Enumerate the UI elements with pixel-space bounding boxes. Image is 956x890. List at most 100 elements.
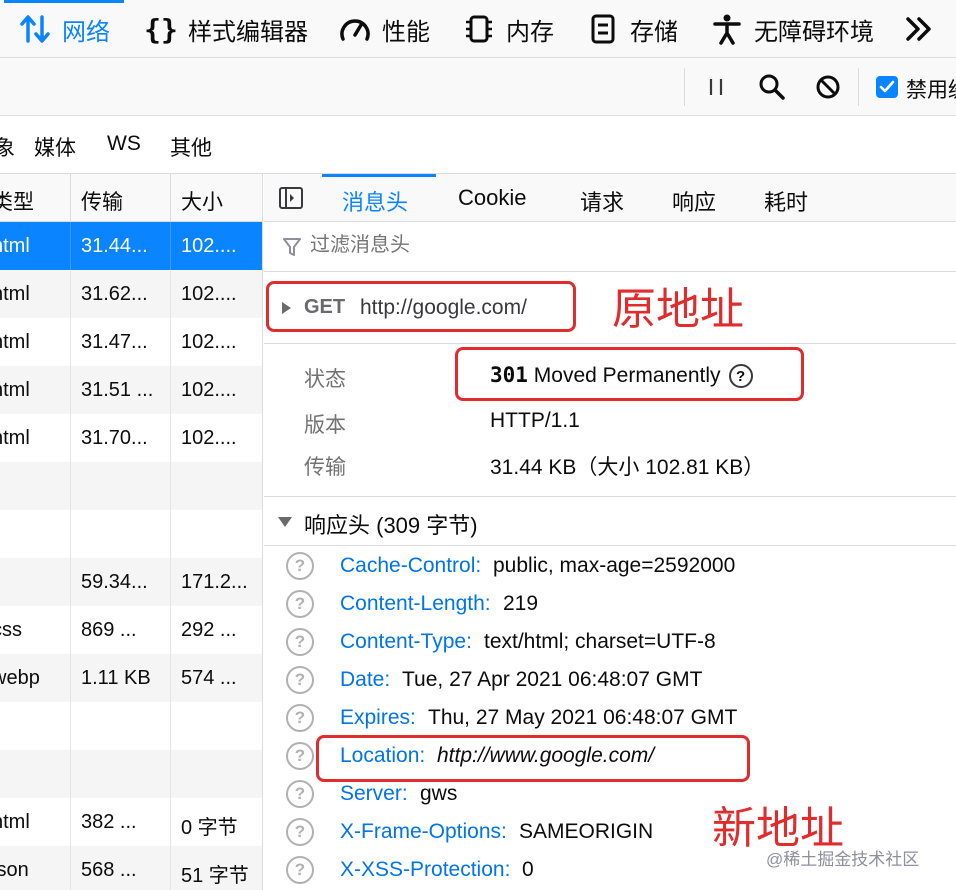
separator (858, 68, 859, 106)
header-help-icon[interactable]: ? (286, 704, 314, 732)
header-value: 0 (522, 858, 534, 881)
cell-divider (70, 702, 71, 750)
cell-divider (70, 798, 71, 846)
cell-divider (170, 558, 171, 606)
cell-divider (170, 510, 171, 558)
tab-accessibility-label: 无障碍环境 (754, 18, 874, 46)
table-row[interactable]: webp 1.11 KB 574 ... (0, 654, 262, 702)
request-list-header: 类型 传输 大小 (0, 174, 262, 222)
tab-accessibility[interactable]: 无障碍环境 (710, 0, 874, 58)
accessibility-person-icon (710, 12, 744, 46)
response-headers-title: 响应头 (309 字节) (304, 513, 478, 538)
table-row[interactable]: html 31.70... 102.... (0, 414, 262, 462)
type-filter-images[interactable]: 象 (0, 132, 15, 162)
column-size[interactable]: 大小 (181, 186, 223, 216)
status-label: 状态 (304, 368, 346, 391)
header-row[interactable]: ? Content-Length: 219 (264, 588, 956, 626)
tab-network[interactable]: 网络 (4, 0, 124, 58)
version-value: HTTP/1.1 (490, 409, 580, 432)
cell-type: html (0, 235, 30, 257)
header-name: X-XSS-Protection: (340, 858, 511, 881)
tab-style-editor[interactable]: {} 样式编辑器 (144, 0, 308, 58)
cell-type: css (0, 619, 22, 641)
table-row[interactable] (0, 702, 262, 750)
tab-storage[interactable]: 存储 (586, 0, 678, 58)
cell-divider (70, 558, 71, 606)
cell-divider (170, 702, 171, 750)
tab-cookie[interactable]: Cookie (458, 185, 526, 211)
cell-divider (70, 606, 71, 654)
table-row[interactable]: css 869 ... 292 ... (0, 606, 262, 654)
active-tab-indicator (322, 174, 436, 177)
table-row[interactable] (0, 750, 262, 798)
header-help-icon[interactable]: ? (286, 818, 314, 846)
column-type[interactable]: 类型 (0, 186, 34, 216)
type-filter-media[interactable]: 媒体 (34, 132, 76, 162)
cell-divider (70, 318, 71, 366)
table-row[interactable]: html 31.47... 102.... (0, 318, 262, 366)
header-row[interactable]: ? Cache-Control: public, max-age=2592000 (264, 550, 956, 588)
table-row[interactable]: html 31.51 ... 102.... (0, 366, 262, 414)
cell-transferred: 31.70... (81, 427, 148, 449)
header-value: text/html; charset=UTF-8 (484, 630, 716, 653)
toolbar-overflow-button[interactable] (902, 0, 946, 58)
response-headers-section[interactable]: 响应头 (309 字节) (264, 496, 956, 546)
table-row[interactable]: html 31.62... 102.... (0, 270, 262, 318)
tab-timings[interactable]: 耗时 (764, 185, 808, 217)
column-divider[interactable] (170, 174, 171, 222)
header-help-icon[interactable]: ? (286, 590, 314, 618)
table-row[interactable]: json 568 ... 51 字节 (0, 846, 262, 890)
header-name: X-Frame-Options: (340, 820, 507, 843)
cell-size: 171.2... (181, 571, 248, 593)
cell-divider (70, 510, 71, 558)
cell-transferred: 31.47... (81, 331, 148, 353)
header-row[interactable]: ? Server: gws (264, 778, 956, 816)
header-help-icon[interactable]: ? (286, 780, 314, 808)
table-row[interactable]: html 31.44... 102.... (0, 222, 262, 270)
column-transferred[interactable]: 传输 (81, 186, 123, 216)
block-icon (816, 75, 840, 99)
cell-divider (70, 366, 71, 414)
header-row[interactable]: ? Content-Type: text/html; charset=UTF-8 (264, 626, 956, 664)
search-button[interactable] (756, 71, 788, 103)
table-row[interactable] (0, 462, 262, 510)
headers-filter-input[interactable] (310, 234, 670, 257)
disable-cache-label[interactable]: 禁用缓 (906, 74, 956, 104)
clear-button[interactable] (812, 71, 844, 103)
status-highlight (455, 347, 804, 401)
cell-divider (70, 846, 71, 890)
header-help-icon[interactable]: ? (286, 856, 314, 884)
disable-cache-checkbox[interactable] (876, 76, 898, 98)
cell-size: 102.... (181, 379, 237, 401)
tab-response[interactable]: 响应 (672, 185, 716, 217)
table-row[interactable]: html 382 ... 0 字节 (0, 798, 262, 846)
cell-size: 0 字节 (181, 817, 238, 839)
header-name: Content-Type: (340, 630, 472, 653)
table-row[interactable]: 59.34... 171.2... (0, 558, 262, 606)
tab-memory[interactable]: 内存 (462, 0, 554, 58)
header-help-icon[interactable]: ? (286, 552, 314, 580)
cell-transferred: 59.34... (81, 571, 148, 593)
cell-size: 292 ... (181, 619, 237, 641)
header-help-icon[interactable]: ? (286, 628, 314, 656)
header-row[interactable]: ? Date: Tue, 27 Apr 2021 06:48:07 GMT (264, 664, 956, 702)
type-filter-other[interactable]: 其他 (170, 132, 212, 162)
cell-type: html (0, 331, 30, 353)
sidebar-toggle-button[interactable] (278, 186, 304, 210)
pause-button[interactable] (700, 71, 732, 103)
collapse-triangle-icon[interactable] (278, 517, 292, 527)
cell-divider (170, 846, 171, 890)
tab-performance[interactable]: 性能 (338, 0, 430, 58)
cell-divider (170, 606, 171, 654)
cell-type: html (0, 379, 30, 401)
tab-headers[interactable]: 消息头 (342, 185, 408, 217)
type-filter-ws[interactable]: WS (107, 132, 141, 156)
table-row[interactable] (0, 510, 262, 558)
column-divider[interactable] (70, 174, 71, 222)
network-actions-bar (0, 58, 956, 116)
tab-request[interactable]: 请求 (580, 185, 624, 217)
header-help-icon[interactable]: ? (286, 666, 314, 694)
header-help-icon[interactable]: ? (286, 742, 314, 770)
pause-icon (709, 79, 723, 95)
header-name: Date: (340, 668, 391, 691)
